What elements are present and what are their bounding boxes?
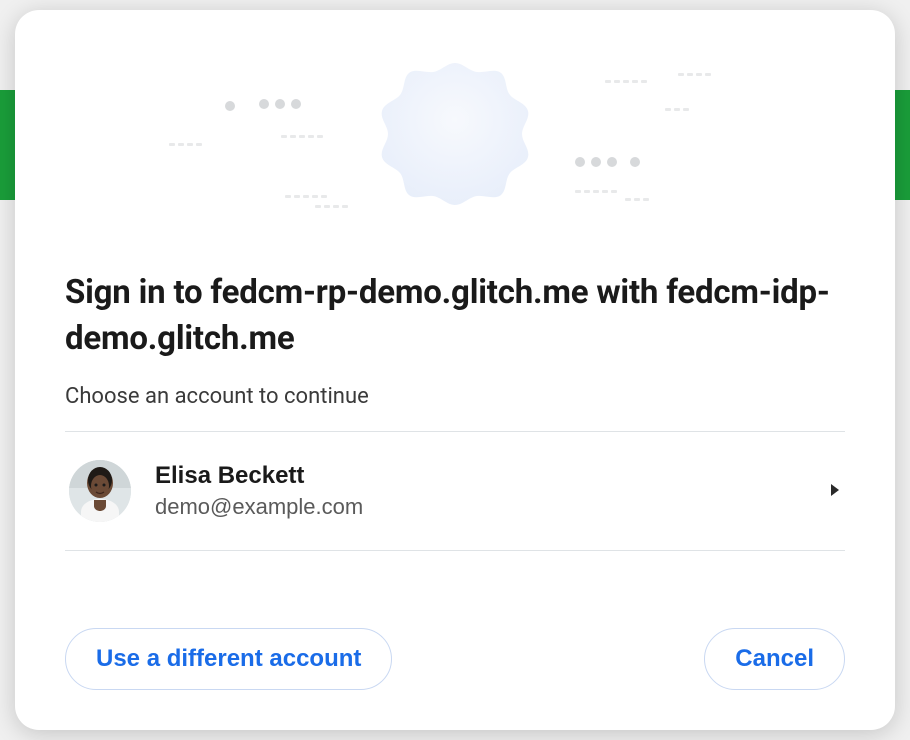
- lock-badge: [375, 63, 535, 223]
- cancel-button[interactable]: Cancel: [704, 628, 845, 690]
- decorative-dots: [225, 101, 235, 111]
- account-name: Elisa Beckett: [155, 462, 805, 490]
- decorative-dashes: [575, 190, 617, 193]
- use-different-account-button[interactable]: Use a different account: [65, 628, 392, 690]
- dialog-footer: Use a different account Cancel: [65, 588, 845, 690]
- dialog-heading: Sign in to fedcm-rp-demo.glitch.me with …: [65, 270, 845, 362]
- decorative-dashes: [169, 143, 202, 146]
- account-email: demo@example.com: [155, 494, 805, 520]
- avatar: [69, 460, 131, 522]
- decorative-dashes: [625, 198, 649, 201]
- decorative-dots: [575, 157, 617, 167]
- account-text: Elisa Beckett demo@example.com: [155, 462, 805, 520]
- account-option[interactable]: Elisa Beckett demo@example.com: [65, 432, 845, 550]
- scallop-background: [370, 58, 540, 228]
- hero-illustration: [65, 45, 845, 240]
- decorative-dots: [259, 99, 301, 109]
- decorative-dashes: [315, 205, 348, 208]
- divider: [65, 550, 845, 551]
- signin-dialog: Sign in to fedcm-rp-demo.glitch.me with …: [15, 10, 895, 730]
- decorative-dashes: [281, 135, 323, 138]
- decorative-dashes: [285, 195, 327, 198]
- decorative-dashes: [678, 73, 711, 76]
- decorative-dashes: [605, 80, 647, 83]
- decorative-dashes: [665, 108, 689, 111]
- decorative-dots: [630, 157, 640, 167]
- chevron-right-icon: [829, 483, 841, 500]
- dialog-subheading: Choose an account to continue: [65, 384, 845, 409]
